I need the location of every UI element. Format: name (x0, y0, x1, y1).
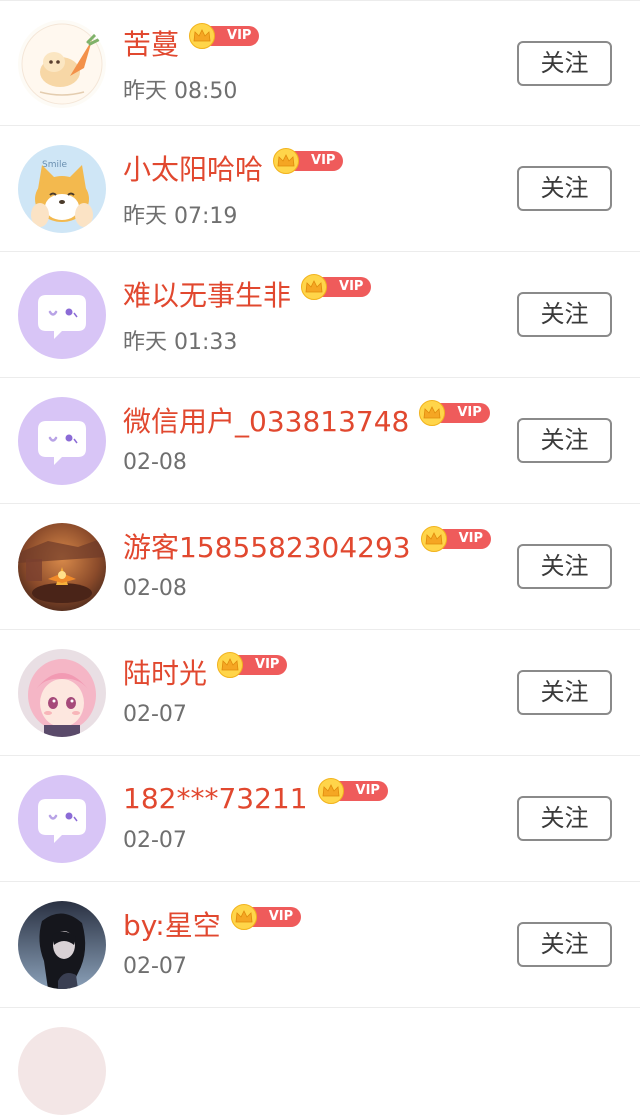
user-name[interactable]: by:星空 (123, 904, 221, 944)
user-name[interactable]: 微信用户_033813748 (123, 400, 409, 440)
default-chat-avatar[interactable] (18, 397, 106, 485)
list-item[interactable]: 微信用户_033813748 VIP 02-08 关注 (0, 378, 640, 504)
follow-time: 02-08 (123, 576, 187, 601)
user-name[interactable]: 陆时光 (123, 652, 207, 692)
shiba-dog-avatar[interactable]: Smile (18, 145, 106, 233)
game-scene-avatar[interactable] (18, 523, 106, 611)
list-item[interactable]: by:星空 VIP 02-07 关注 (0, 882, 640, 1008)
follow-button[interactable]: 关注 (517, 292, 612, 337)
vip-badge: VIP (317, 778, 388, 804)
crown-icon (317, 778, 344, 804)
follow-button[interactable]: 关注 (517, 670, 612, 715)
carrot-cat-avatar[interactable] (18, 20, 106, 108)
user-name[interactable]: 难以无事生非 (123, 274, 291, 314)
avatar[interactable] (18, 1027, 106, 1115)
vip-badge: VIP (419, 400, 490, 426)
follow-button[interactable]: 关注 (517, 166, 612, 211)
follow-button[interactable]: 关注 (517, 418, 612, 463)
vip-badge: VIP (420, 526, 492, 552)
crown-icon (301, 274, 328, 300)
dark-portrait-avatar[interactable] (18, 901, 106, 989)
list-item[interactable]: 游客1585582304293 VIP 02-08 关注 (0, 504, 640, 630)
follower-list: 苦蔓 VIP 昨天 08:50 关注 Smile 小太阳哈哈 VIP 昨天 07… (0, 0, 640, 1115)
follow-time: 昨天 01:33 (123, 330, 238, 355)
crown-icon (420, 526, 447, 552)
list-item[interactable]: 陆时光 VIP 02-07 关注 (0, 630, 640, 756)
vip-badge: VIP (189, 23, 260, 49)
follow-button[interactable]: 关注 (517, 544, 612, 589)
vip-badge: VIP (301, 274, 372, 300)
default-chat-avatar[interactable] (18, 775, 106, 863)
svg-text:Smile: Smile (42, 160, 67, 170)
follow-button[interactable]: 关注 (517, 796, 612, 841)
crown-icon (217, 652, 244, 678)
crown-icon (273, 148, 300, 174)
follow-time: 02-07 (123, 954, 187, 979)
vip-badge: VIP (230, 904, 302, 930)
follow-time: 02-07 (123, 828, 187, 853)
crown-icon (189, 23, 216, 49)
follow-button[interactable]: 关注 (517, 41, 612, 86)
default-chat-avatar[interactable] (18, 271, 106, 359)
follow-time: 02-08 (123, 450, 187, 475)
anime-girl-avatar[interactable] (18, 649, 106, 737)
list-item[interactable]: 182***73211 VIP 02-07 关注 (0, 756, 640, 882)
list-item[interactable] (0, 1008, 640, 1115)
user-name[interactable]: 182***73211 (123, 782, 308, 815)
follow-button[interactable]: 关注 (517, 922, 612, 967)
vip-badge: VIP (273, 148, 344, 174)
crown-icon (230, 904, 257, 930)
list-item[interactable]: 苦蔓 VIP 昨天 08:50 关注 (0, 0, 640, 126)
follow-time: 02-07 (123, 702, 187, 727)
vip-badge: VIP (217, 652, 288, 678)
user-name[interactable]: 小太阳哈哈 (123, 148, 263, 188)
user-name[interactable]: 游客1585582304293 (123, 526, 411, 566)
user-name[interactable]: 苦蔓 (123, 23, 179, 63)
list-item[interactable]: 难以无事生非 VIP 昨天 01:33 关注 (0, 252, 640, 378)
follow-time: 昨天 08:50 (123, 79, 238, 104)
follow-time: 昨天 07:19 (123, 204, 238, 229)
list-item[interactable]: Smile 小太阳哈哈 VIP 昨天 07:19 关注 (0, 126, 640, 252)
